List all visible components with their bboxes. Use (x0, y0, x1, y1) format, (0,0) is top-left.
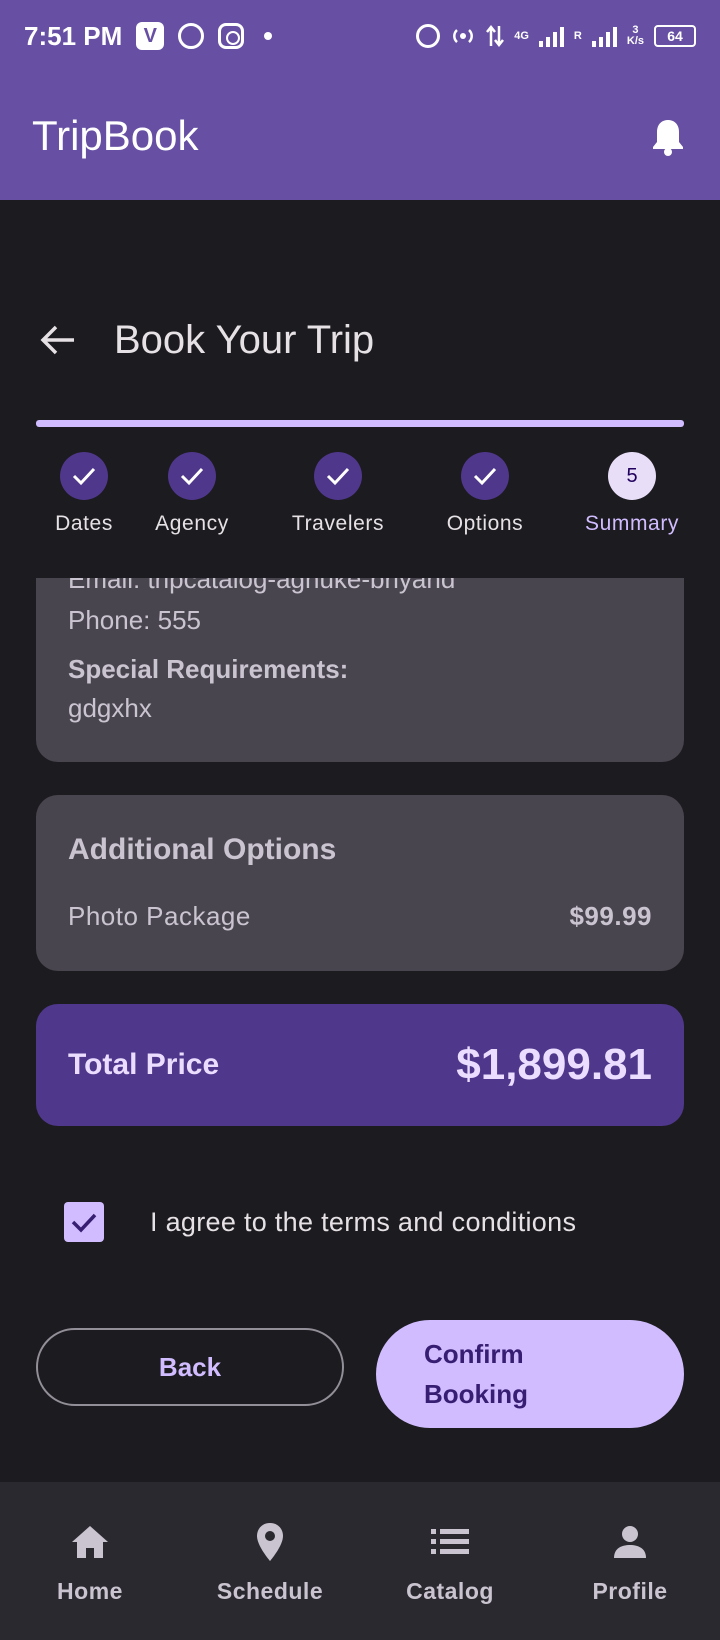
network-type: 4G (514, 29, 529, 42)
option-name: Photo Package (68, 901, 251, 931)
step-agency[interactable]: Agency (122, 452, 262, 536)
app-v-icon: V (136, 22, 165, 50)
signal-icon-2 (591, 25, 617, 47)
total-price-card: Total Price $1,899.81 (36, 1004, 684, 1126)
stepper: Dates Agency Travelers Options 5 Summary (18, 452, 702, 542)
hotspot-icon (453, 29, 474, 43)
special-requirements-value: gdgxhx (68, 693, 152, 723)
total-value: $1,899.81 (456, 1040, 652, 1089)
step-summary[interactable]: 5 Summary (562, 452, 702, 536)
traveler-details-card: Email: tripcatalog-agnuke-briyand Phone:… (36, 578, 684, 762)
signal-icon (538, 25, 564, 47)
step-label: Options (446, 512, 524, 535)
home-icon (68, 1520, 112, 1564)
page-title: Book Your Trip (114, 317, 375, 362)
page-header: Book Your Trip (36, 310, 374, 370)
step-number: 5 (608, 452, 656, 500)
nav-label: Home (57, 1578, 123, 1604)
option-row: Photo Package $99.99 (68, 901, 652, 932)
terms-label[interactable]: I agree to the terms and conditions (150, 1207, 576, 1238)
bell-icon[interactable] (648, 116, 688, 156)
stepper-progress-bar (36, 420, 684, 427)
check-icon (168, 452, 216, 500)
additional-options-card: Additional Options Photo Package $99.99 (36, 795, 684, 971)
instagram-icon (218, 23, 245, 49)
nav-schedule[interactable]: Schedule (180, 1482, 360, 1640)
battery-icon: 64 (654, 25, 696, 47)
confirm-booking-label: Confirm Booking (424, 1339, 528, 1409)
list-icon (428, 1520, 472, 1564)
special-requirements-label: Special Requirements: (68, 654, 349, 684)
check-icon (314, 452, 362, 500)
nav-profile[interactable]: Profile (540, 1482, 720, 1640)
step-label: Travelers (291, 512, 385, 535)
threads-icon (178, 23, 205, 49)
terms-row: I agree to the terms and conditions (64, 1202, 576, 1242)
data-transfer-icon (486, 24, 505, 48)
location-pin-icon (248, 1520, 292, 1564)
system-icons: 4G R 3 K/s 64 (416, 24, 696, 48)
nav-home[interactable]: Home (0, 1482, 180, 1640)
step-travelers[interactable]: Travelers (268, 452, 408, 536)
nav-label: Schedule (216, 1578, 324, 1604)
app-title: TripBook (32, 112, 199, 159)
bottom-navigation: Home Schedule Catalog Profile (0, 1482, 720, 1640)
confirm-booking-button[interactable]: Confirm Booking (376, 1320, 684, 1428)
option-price: $99.99 (569, 901, 652, 931)
nav-label: Profile (592, 1578, 668, 1604)
nav-label: Catalog (406, 1578, 494, 1604)
back-button[interactable]: Back (36, 1328, 344, 1406)
data-speed: 3 K/s (626, 24, 644, 47)
roaming-indicator: R (573, 29, 582, 42)
step-label: Summary (584, 512, 680, 535)
status-time: 7:51 PM (24, 20, 123, 51)
check-icon (60, 452, 108, 500)
check-icon (461, 452, 509, 500)
step-label: Agency (155, 512, 229, 535)
more-notifications-icon (264, 32, 273, 40)
top-bar: 7:51 PM V 4G R 3 K/s 64 TripBook (0, 0, 720, 200)
email-line: Email: tripcatalog-agnuke-briyand (68, 578, 456, 594)
total-label: Total Price (68, 1048, 220, 1081)
nav-catalog[interactable]: Catalog (360, 1482, 540, 1640)
phone-line: Phone: 555 (68, 605, 202, 635)
status-bar: 7:51 PM V 4G R 3 K/s 64 (0, 0, 720, 72)
app-bar: TripBook (0, 72, 720, 200)
step-options[interactable]: Options (415, 452, 555, 536)
options-title: Additional Options (68, 833, 337, 866)
notification-icons: V (136, 22, 273, 50)
alarm-icon (416, 24, 441, 48)
person-icon (608, 1520, 652, 1564)
terms-checkbox[interactable] (64, 1202, 104, 1242)
back-arrow-icon[interactable] (36, 318, 80, 362)
